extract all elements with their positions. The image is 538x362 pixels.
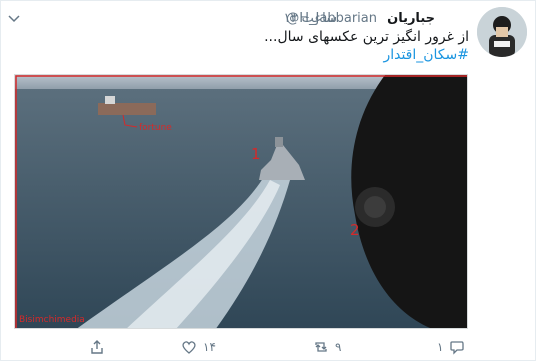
- reply-icon: [450, 341, 465, 355]
- share-icon: [91, 340, 103, 354]
- image-watermark: Bisimchimedia: [19, 315, 85, 325]
- like-button[interactable]: ۱۴: [181, 339, 216, 355]
- reply-button[interactable]: ۱: [437, 339, 465, 355]
- tweet-timestamp[interactable]: ۱۳ ساعت: [284, 11, 338, 26]
- share-count: ۱۴: [203, 340, 216, 354]
- tweet-text: از غرور انگیز ترین عکسهای سال...: [264, 29, 469, 45]
- tweet-card[interactable]: جباریان @H_Jabbarian ۱۳ ساعت از غرور انگ…: [0, 0, 536, 361]
- tweet-actions: ۱۴ ۹ ۱: [1, 335, 537, 359]
- like-count: ۱: [437, 340, 444, 354]
- share-button[interactable]: [89, 339, 105, 355]
- hashtag-link[interactable]: #سکان_اقتدار: [383, 47, 469, 63]
- marker-label: 1: [251, 145, 261, 163]
- retweet-button[interactable]: ۹: [313, 339, 341, 355]
- retweet-count: ۹: [335, 340, 342, 354]
- ship-label: fortune: [139, 123, 172, 133]
- chevron-down-icon[interactable]: [7, 11, 21, 25]
- helicopter-photo: [15, 75, 467, 328]
- retweet-icon: [315, 342, 327, 352]
- heart-icon: [182, 341, 196, 354]
- tweet-media-image[interactable]: fortune 1 2 Bisimchimedia: [14, 74, 468, 329]
- author-name[interactable]: جباریان: [387, 11, 435, 26]
- avatar[interactable]: [477, 7, 527, 57]
- marker-label: 2: [350, 221, 360, 239]
